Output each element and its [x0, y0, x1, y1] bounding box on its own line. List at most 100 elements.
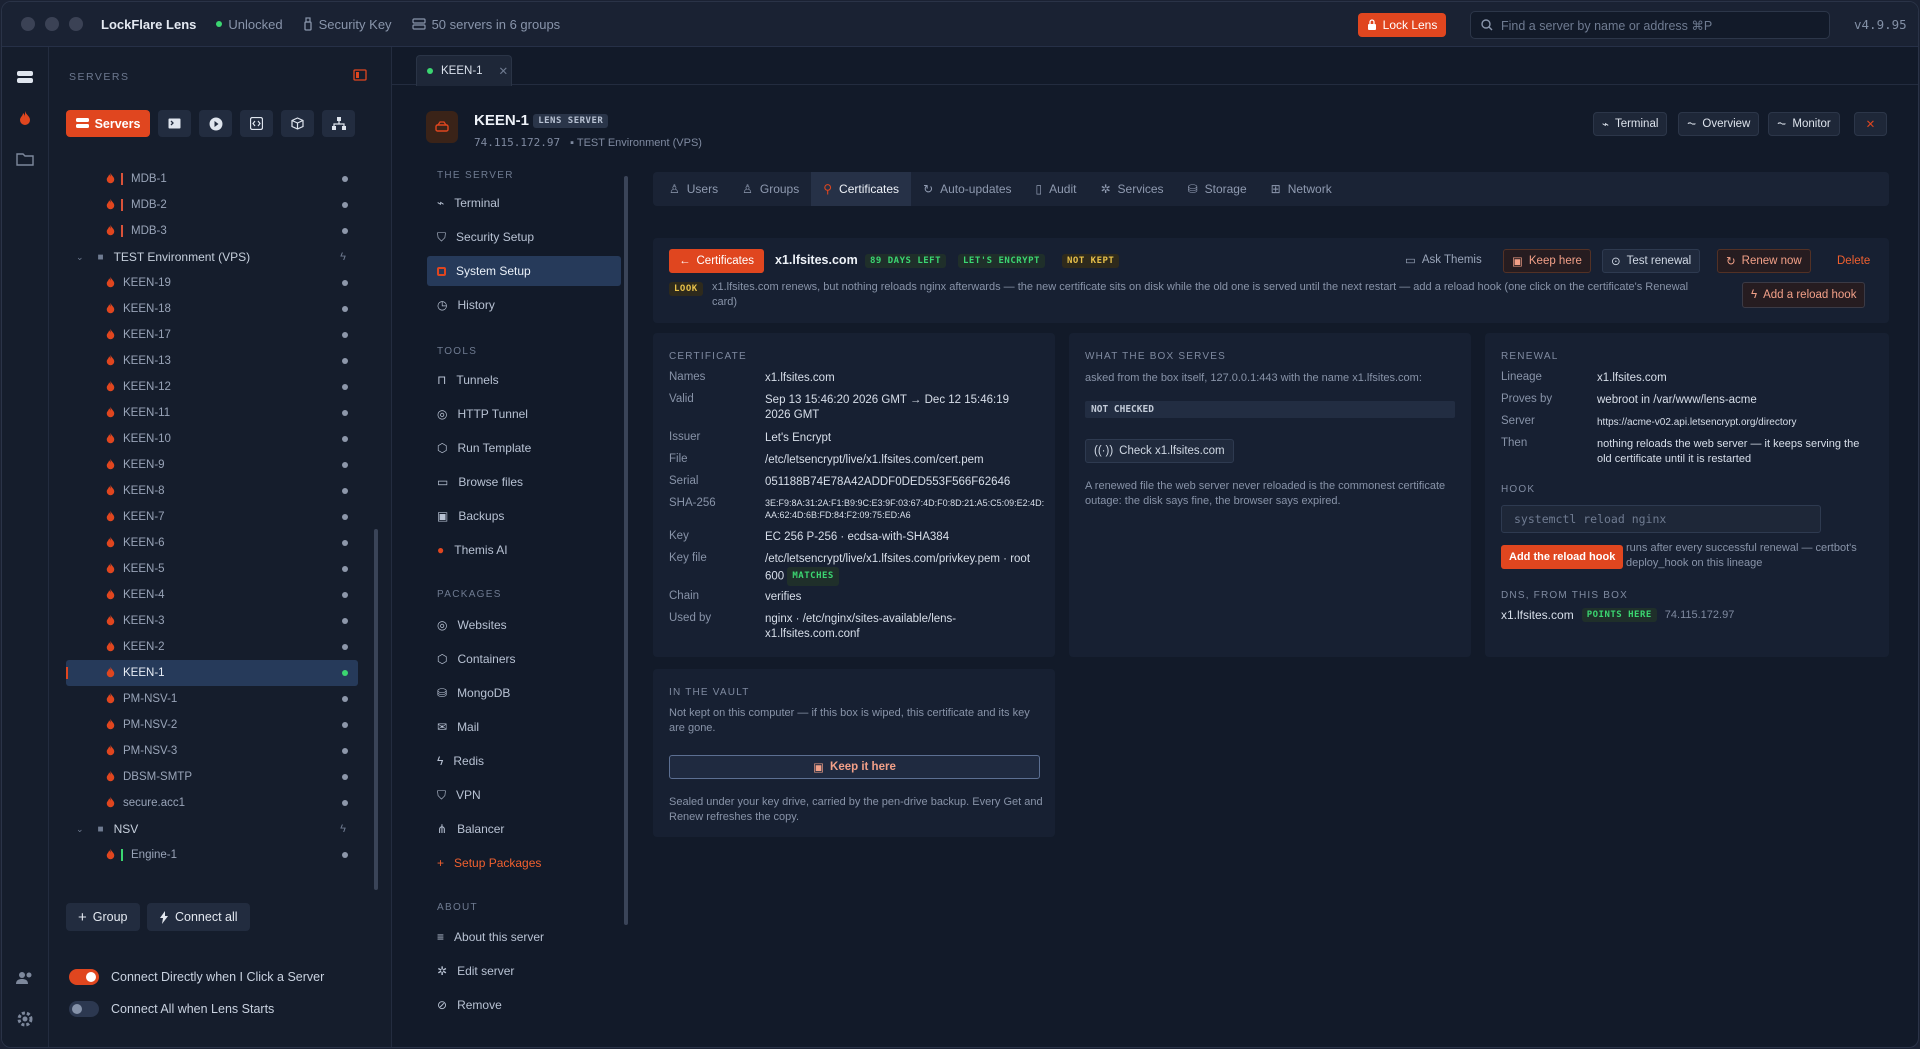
connect-directly-toggle[interactable] [69, 969, 99, 985]
disconnect-close-button[interactable]: ✕ [1854, 112, 1887, 136]
menu-item-remove[interactable]: ⊘ Remove [427, 990, 621, 1020]
server-row[interactable]: KEEN-5 [66, 556, 358, 582]
group-connect-lightning-icon[interactable]: ϟ [340, 823, 346, 835]
header-overview-button[interactable]: ⏦ Overview [1678, 112, 1760, 136]
tab-audit[interactable]: ▯ Audit [1024, 172, 1089, 206]
sidebar-collapse-icon[interactable] [353, 69, 367, 84]
flame-nav-icon[interactable] [15, 108, 35, 128]
server-group-row[interactable]: ⌄ ■ NSV ϟ [66, 816, 358, 842]
server-row[interactable]: KEEN-11 [66, 400, 358, 426]
lock-lens-button[interactable]: Lock Lens [1358, 13, 1446, 37]
menu-item-about-server[interactable]: ≡ About this server [427, 922, 621, 952]
packages-view-button[interactable] [281, 110, 314, 137]
close-tab-icon[interactable]: ✕ [499, 64, 509, 78]
menu-item-edit-server[interactable]: ✲ Edit server [427, 956, 621, 986]
back-to-certificates-button[interactable]: ← Certificates [669, 249, 765, 273]
menu-item-tunnels[interactable]: ⊓ Tunnels [427, 365, 621, 395]
menu-item-vpn[interactable]: ⛉ VPN [427, 780, 621, 810]
tab-network[interactable]: ⊞ Network [1259, 172, 1344, 206]
server-row[interactable]: PM-NSV-1 [66, 686, 358, 712]
server-row[interactable]: KEEN-6 [66, 530, 358, 556]
menu-item-mail[interactable]: ✉ Mail [427, 712, 621, 742]
server-row[interactable]: Engine-1 [66, 842, 358, 868]
tab-services[interactable]: ✲ Services [1088, 172, 1175, 206]
run-view-button[interactable] [199, 110, 232, 137]
keep-it-here-button[interactable]: ▣ Keep it here [669, 755, 1040, 779]
header-monitor-button[interactable]: ⏦ Monitor [1768, 112, 1840, 136]
server-row[interactable]: KEEN-18 [66, 296, 358, 322]
server-row[interactable]: KEEN-19 [66, 270, 358, 296]
window-minimize-control[interactable] [45, 17, 59, 31]
server-row[interactable]: PM-NSV-3 [66, 738, 358, 764]
server-row[interactable]: KEEN-17 [66, 322, 358, 348]
menu-item-websites[interactable]: ◎ Websites [427, 610, 621, 640]
keep-here-button[interactable]: ▣ Keep here [1503, 249, 1591, 273]
window-zoom-control[interactable] [69, 17, 83, 31]
menu-item-http-tunnel[interactable]: ◎ HTTP Tunnel [427, 399, 621, 429]
tab-storage[interactable]: ⛁ Storage [1176, 172, 1259, 206]
tab-users[interactable]: ♙ Users [657, 172, 730, 206]
menu-item-setup-packages[interactable]: + Setup Packages [427, 848, 621, 878]
server-row[interactable]: MDB-1 [66, 166, 358, 192]
menu-item-security-setup[interactable]: ⛉ Security Setup [427, 222, 621, 252]
window-close-control[interactable] [21, 17, 35, 31]
add-reload-hook-button[interactable]: ϟ Add a reload hook [1742, 282, 1866, 308]
renew-now-button[interactable]: ↻ Renew now [1717, 249, 1811, 273]
delete-certificate-button[interactable]: Delete [1829, 249, 1878, 273]
code-view-button[interactable] [240, 110, 273, 137]
servers-nav-icon[interactable] [15, 67, 35, 87]
server-row[interactable]: PM-NSV-2 [66, 712, 358, 738]
tab-keen-1[interactable]: KEEN-1 ✕ [416, 55, 512, 86]
server-row[interactable]: MDB-3 [66, 218, 358, 244]
menu-item-themis-ai[interactable]: ● Themis AI [427, 535, 621, 565]
server-row[interactable]: KEEN-8 [66, 478, 358, 504]
chevron-down-icon[interactable]: ⌄ [76, 252, 84, 263]
connect-all-start-toggle[interactable] [69, 1001, 99, 1017]
menu-item-backups[interactable]: ▣ Backups [427, 501, 621, 531]
folder-nav-icon[interactable] [15, 149, 35, 169]
server-row[interactable]: MDB-2 [66, 192, 358, 218]
check-domain-button[interactable]: ((·)) Check x1.lfsites.com [1085, 439, 1234, 463]
tab-auto-updates[interactable]: ↻ Auto-updates [911, 172, 1023, 206]
add-the-reload-hook-button[interactable]: Add the reload hook [1501, 545, 1624, 569]
menu-item-mongodb[interactable]: ⛁ MongoDB [427, 678, 621, 708]
tab-certificates[interactable]: ⚲ Certificates [811, 172, 912, 206]
menu-item-system-setup[interactable]: System Setup [427, 256, 621, 286]
group-connect-lightning-icon[interactable]: ϟ [340, 251, 346, 263]
server-tree-scrollbar[interactable] [374, 529, 378, 890]
server-row[interactable]: KEEN-7 [66, 504, 358, 530]
menu-item-containers[interactable]: ⬡ Containers [427, 644, 621, 674]
tab-groups[interactable]: ♙ Groups [730, 172, 811, 206]
test-renewal-button[interactable]: ⊙ Test renewal [1602, 249, 1701, 273]
menu-item-browse-files[interactable]: ▭ Browse files [427, 467, 621, 497]
server-row[interactable]: KEEN-9 [66, 452, 358, 478]
server-row[interactable]: secure.acc1 [66, 790, 358, 816]
hook-command-input[interactable]: systemctl reload nginx [1501, 505, 1821, 533]
server-row[interactable]: KEEN-12 [66, 374, 358, 400]
servers-view-button[interactable]: Servers [66, 110, 150, 137]
server-row[interactable]: KEEN-3 [66, 608, 358, 634]
server-row[interactable]: Engine-2 [66, 868, 358, 871]
users-nav-icon[interactable] [15, 968, 35, 988]
topology-view-button[interactable] [322, 110, 355, 137]
menu-item-history[interactable]: ◷ History [427, 290, 621, 320]
server-row[interactable]: KEEN-10 [66, 426, 358, 452]
server-search-input[interactable]: Find a server by name or address ⌘P [1470, 11, 1830, 39]
connect-all-button[interactable]: Connect all [147, 903, 250, 931]
menu-item-run-template[interactable]: ⬡ Run Template [427, 433, 621, 463]
ask-themis-button[interactable]: ▭ Ask Themis [1405, 253, 1482, 267]
security-key-status[interactable]: Security Key [303, 17, 392, 32]
server-group-row[interactable]: ⌄ ■ TEST Environment (VPS) ϟ [66, 244, 358, 270]
menu-scrollbar[interactable] [624, 176, 628, 925]
menu-item-terminal[interactable]: ⌁ Terminal [427, 188, 621, 218]
terminal-view-button[interactable] [158, 110, 191, 137]
server-row[interactable]: DBSM-SMTP [66, 764, 358, 790]
server-row[interactable]: KEEN-4 [66, 582, 358, 608]
chevron-down-icon[interactable]: ⌄ [76, 824, 84, 835]
server-row[interactable]: KEEN-2 [66, 634, 358, 660]
menu-item-balancer[interactable]: ⋔ Balancer [427, 814, 621, 844]
header-terminal-button[interactable]: ⌁ Terminal [1593, 112, 1668, 136]
server-row[interactable]: KEEN-1 [66, 660, 358, 686]
menu-item-redis[interactable]: ϟ Redis [427, 746, 621, 776]
add-group-button[interactable]: + Group [66, 903, 140, 931]
